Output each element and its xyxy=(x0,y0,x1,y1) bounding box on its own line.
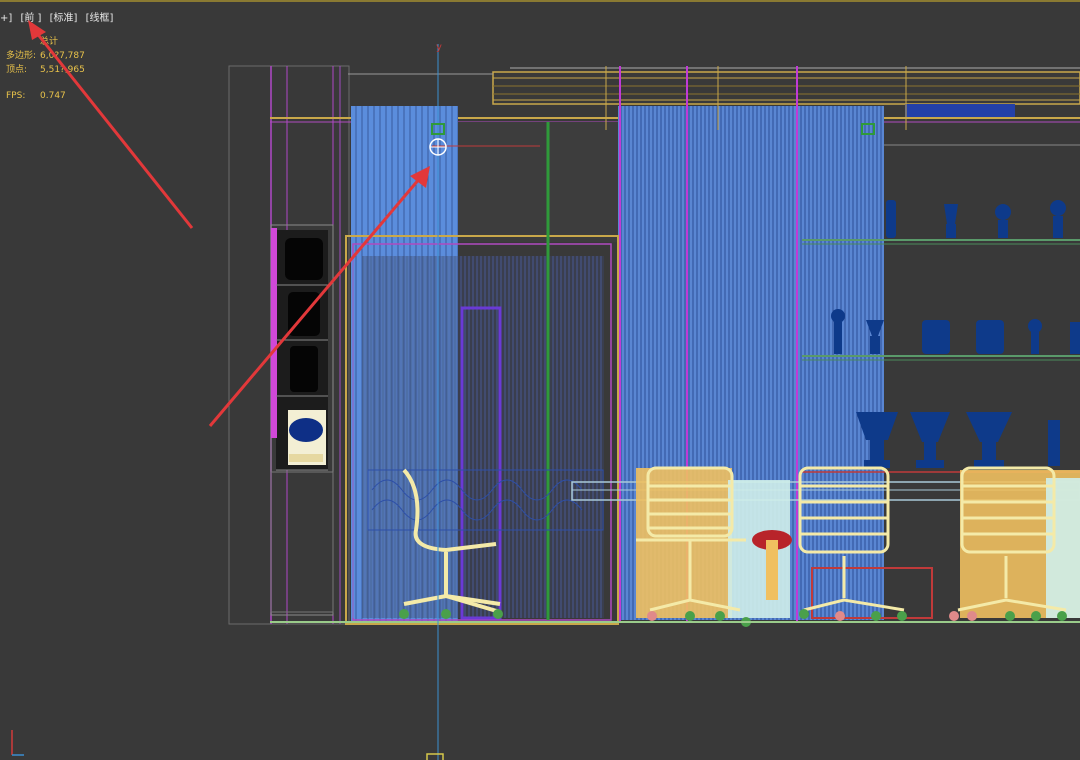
annotation-arrow-1 xyxy=(28,20,194,229)
left-cabinet-wireframe xyxy=(228,65,350,625)
gizmo-y-axis-label: y xyxy=(436,42,442,53)
bonsai-plant-icon xyxy=(288,410,326,465)
wireframe-scene[interactable]: y xyxy=(0,0,1080,760)
axis-tripod-icon xyxy=(11,730,24,756)
front-viewport[interactable]: +] [前 ] [标准] [线框] 总计 多边形: 6,0?7,787 顶点: 5,… xyxy=(0,0,1080,760)
